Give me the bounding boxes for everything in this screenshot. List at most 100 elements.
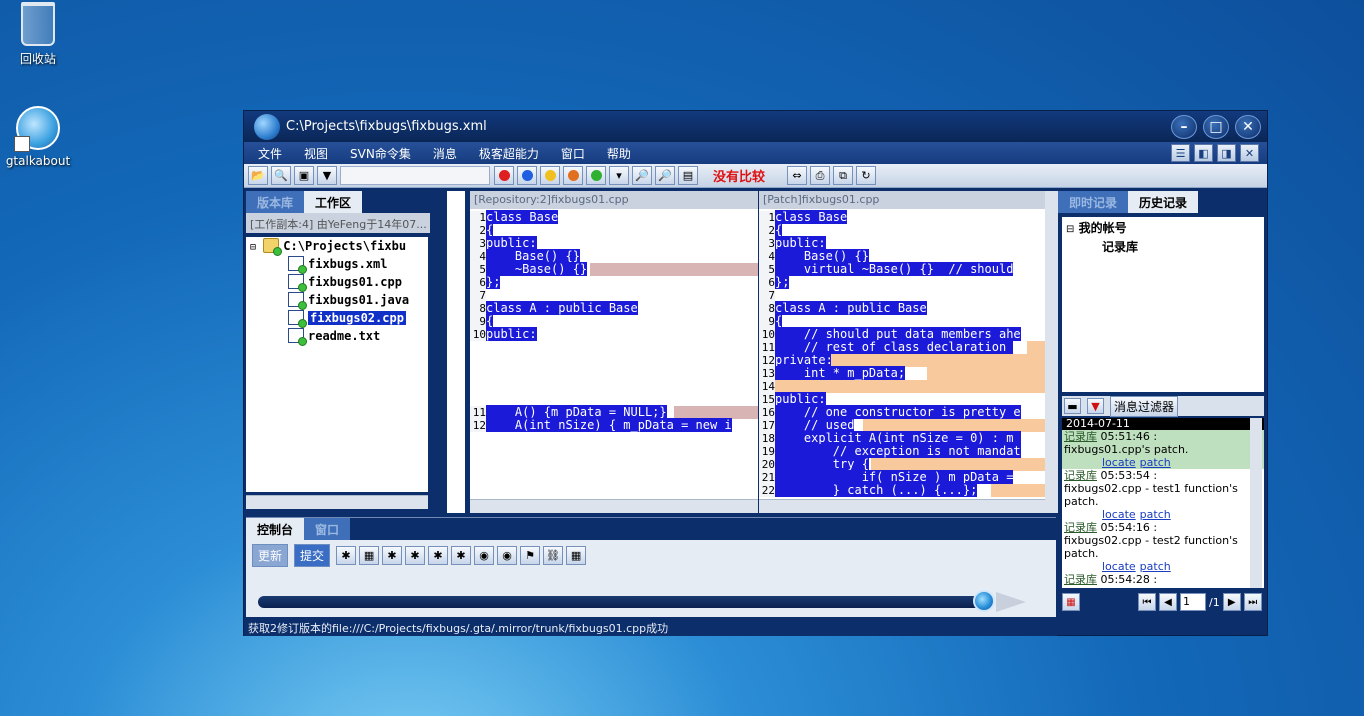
sender-link[interactable]: 记录库: [1064, 430, 1097, 443]
sender-link[interactable]: 记录库: [1064, 521, 1097, 534]
tree-repository[interactable]: 记录库: [1062, 238, 1264, 255]
code-repository[interactable]: 1class Base 2{ 3public: 4 Base() {} 5 ~B…: [470, 210, 758, 499]
action-icon-6[interactable]: ✱: [451, 546, 472, 565]
recycle-bin-desktop-icon[interactable]: 回收站: [0, 2, 76, 67]
menu-svn[interactable]: SVN命令集: [350, 145, 411, 162]
color-green-icon[interactable]: [586, 166, 606, 185]
code-line: try {: [775, 457, 869, 471]
tab-console[interactable]: 控制台: [246, 518, 305, 540]
message-vscroll[interactable]: [1250, 418, 1262, 588]
sender-link[interactable]: 记录库: [1064, 469, 1097, 482]
update-button[interactable]: 更新: [252, 544, 289, 567]
page-input[interactable]: 1: [1180, 593, 1206, 611]
menu-message[interactable]: 消息: [433, 145, 457, 162]
last-page-button[interactable]: ⏭: [1243, 593, 1262, 611]
patch-link[interactable]: patch: [1140, 560, 1171, 573]
menu-geek[interactable]: 极客超能力: [479, 145, 539, 162]
action-icon-1[interactable]: ✱: [336, 546, 357, 565]
action-icon-2[interactable]: ▦: [359, 546, 380, 565]
tree-file[interactable]: readme.txt: [246, 327, 428, 346]
patch-link[interactable]: patch: [1140, 508, 1171, 521]
tree-root[interactable]: ⊟ C:\Projects\fixbu: [246, 237, 428, 256]
action-icon-3[interactable]: ✱: [382, 546, 403, 565]
patch-vscroll[interactable]: [1045, 191, 1059, 513]
repository-label: 记录库: [1102, 240, 1139, 254]
menu-file[interactable]: 文件: [258, 145, 282, 162]
gtalkabout-desktop-icon[interactable]: gtalkabout: [0, 106, 76, 168]
layout-icon[interactable]: ☰: [1171, 144, 1190, 162]
color-red-icon[interactable]: [494, 166, 514, 185]
compare-icon[interactable]: ⇔: [787, 166, 808, 185]
tab-instant-log[interactable]: 即时记录: [1058, 191, 1129, 213]
calendar-icon[interactable]: ▦: [1062, 593, 1080, 611]
first-page-button[interactable]: ⏮: [1138, 593, 1156, 611]
dropdown-icon[interactable]: ▾: [609, 166, 629, 185]
action-icon-4[interactable]: ✱: [405, 546, 426, 565]
repository-hscroll[interactable]: [470, 499, 758, 513]
find-icon[interactable]: 🔎: [632, 166, 652, 185]
tab-workspace[interactable]: 工作区: [304, 191, 363, 213]
action-icon-5[interactable]: ✱: [428, 546, 449, 565]
tab-repository[interactable]: 版本库: [246, 191, 305, 213]
action-icon-8[interactable]: ◉: [497, 546, 518, 565]
copy-icon[interactable]: ⧉: [833, 166, 854, 185]
title-bar[interactable]: C:\Projects\fixbugs\fixbugs.xml – □ ✕: [244, 111, 1267, 142]
collapse-icon[interactable]: ⊟: [250, 242, 256, 253]
menu-window[interactable]: 窗口: [561, 145, 585, 162]
code-line: class Base: [775, 210, 848, 224]
restore-right-icon[interactable]: ◨: [1217, 144, 1236, 162]
message-time: 05:53:54 :: [1100, 469, 1158, 482]
code-line: // used: [775, 418, 855, 432]
tab-window[interactable]: 窗口: [304, 518, 351, 540]
open-folder-icon[interactable]: 📂: [248, 166, 268, 185]
date-header: 2014-07-11: [1062, 418, 1264, 430]
locate-link[interactable]: locate: [1102, 456, 1136, 469]
patch-hscroll[interactable]: [759, 499, 1045, 513]
refresh-icon[interactable]: ↻: [856, 166, 877, 185]
action-icon-7[interactable]: ◉: [474, 546, 495, 565]
report-icon[interactable]: ▤: [678, 166, 698, 185]
tree-hscroll[interactable]: [246, 495, 428, 509]
locate-link[interactable]: locate: [1102, 560, 1136, 573]
workspace-panel: 版本库 工作区 [工作副本:4] 由YeFeng于14年07... ⊟ C:\P…: [246, 191, 434, 516]
print-icon[interactable]: ⎙: [810, 166, 831, 185]
next-page-button[interactable]: ▶: [1222, 593, 1241, 611]
progress-knob[interactable]: [973, 590, 995, 612]
line-number: 10: [759, 328, 775, 341]
link-icon[interactable]: ⛓: [543, 546, 564, 565]
color-yellow-icon[interactable]: [540, 166, 560, 185]
toolbar-field[interactable]: [340, 166, 490, 185]
search-icon[interactable]: 🔍: [271, 166, 291, 185]
filter-icon[interactable]: ▼: [317, 166, 337, 185]
tab-history[interactable]: 历史记录: [1128, 191, 1199, 213]
tree-file[interactable]: fixbugs01.cpp: [246, 273, 428, 292]
tree-file[interactable]: fixbugs01.java: [246, 291, 428, 310]
color-blue-icon[interactable]: [517, 166, 537, 185]
maximize-button[interactable]: □: [1203, 115, 1229, 139]
find-next-icon[interactable]: 🔎: [655, 166, 675, 185]
calendar-icon[interactable]: ▦: [566, 546, 587, 565]
app-logo-icon: [254, 113, 280, 140]
prev-page-button[interactable]: ◀: [1159, 593, 1177, 611]
menu-help[interactable]: 帮助: [607, 145, 631, 162]
filter-funnel-icon[interactable]: ▼: [1087, 398, 1104, 414]
color-orange-icon[interactable]: [563, 166, 583, 185]
tree-file[interactable]: fixbugs.xml: [246, 255, 428, 274]
message-filter-button[interactable]: 消息过滤器: [1110, 395, 1179, 417]
flag-icon[interactable]: ⚑: [520, 546, 541, 565]
submit-button[interactable]: 提交: [294, 544, 331, 567]
code-patch[interactable]: 1class Base 2{ 3public: 4 Base() {} 5 vi…: [759, 210, 1045, 499]
restore-left-icon[interactable]: ◧: [1194, 144, 1213, 162]
tree-file-selected[interactable]: fixbugs02.cpp: [246, 309, 428, 328]
save-icon[interactable]: ▣: [294, 166, 314, 185]
menu-view[interactable]: 视图: [304, 145, 328, 162]
minimize-button[interactable]: –: [1171, 115, 1197, 139]
patch-link[interactable]: patch: [1140, 456, 1171, 469]
locate-link[interactable]: locate: [1102, 508, 1136, 521]
sender-link[interactable]: 记录库: [1064, 573, 1097, 586]
close-button[interactable]: ✕: [1235, 115, 1261, 139]
chat-icon[interactable]: ▬: [1064, 398, 1081, 414]
doc-close-icon[interactable]: ✕: [1240, 144, 1259, 162]
tree-account[interactable]: ⊟ 我的帐号: [1062, 217, 1264, 238]
collapse-icon[interactable]: ⊟: [1066, 224, 1074, 235]
